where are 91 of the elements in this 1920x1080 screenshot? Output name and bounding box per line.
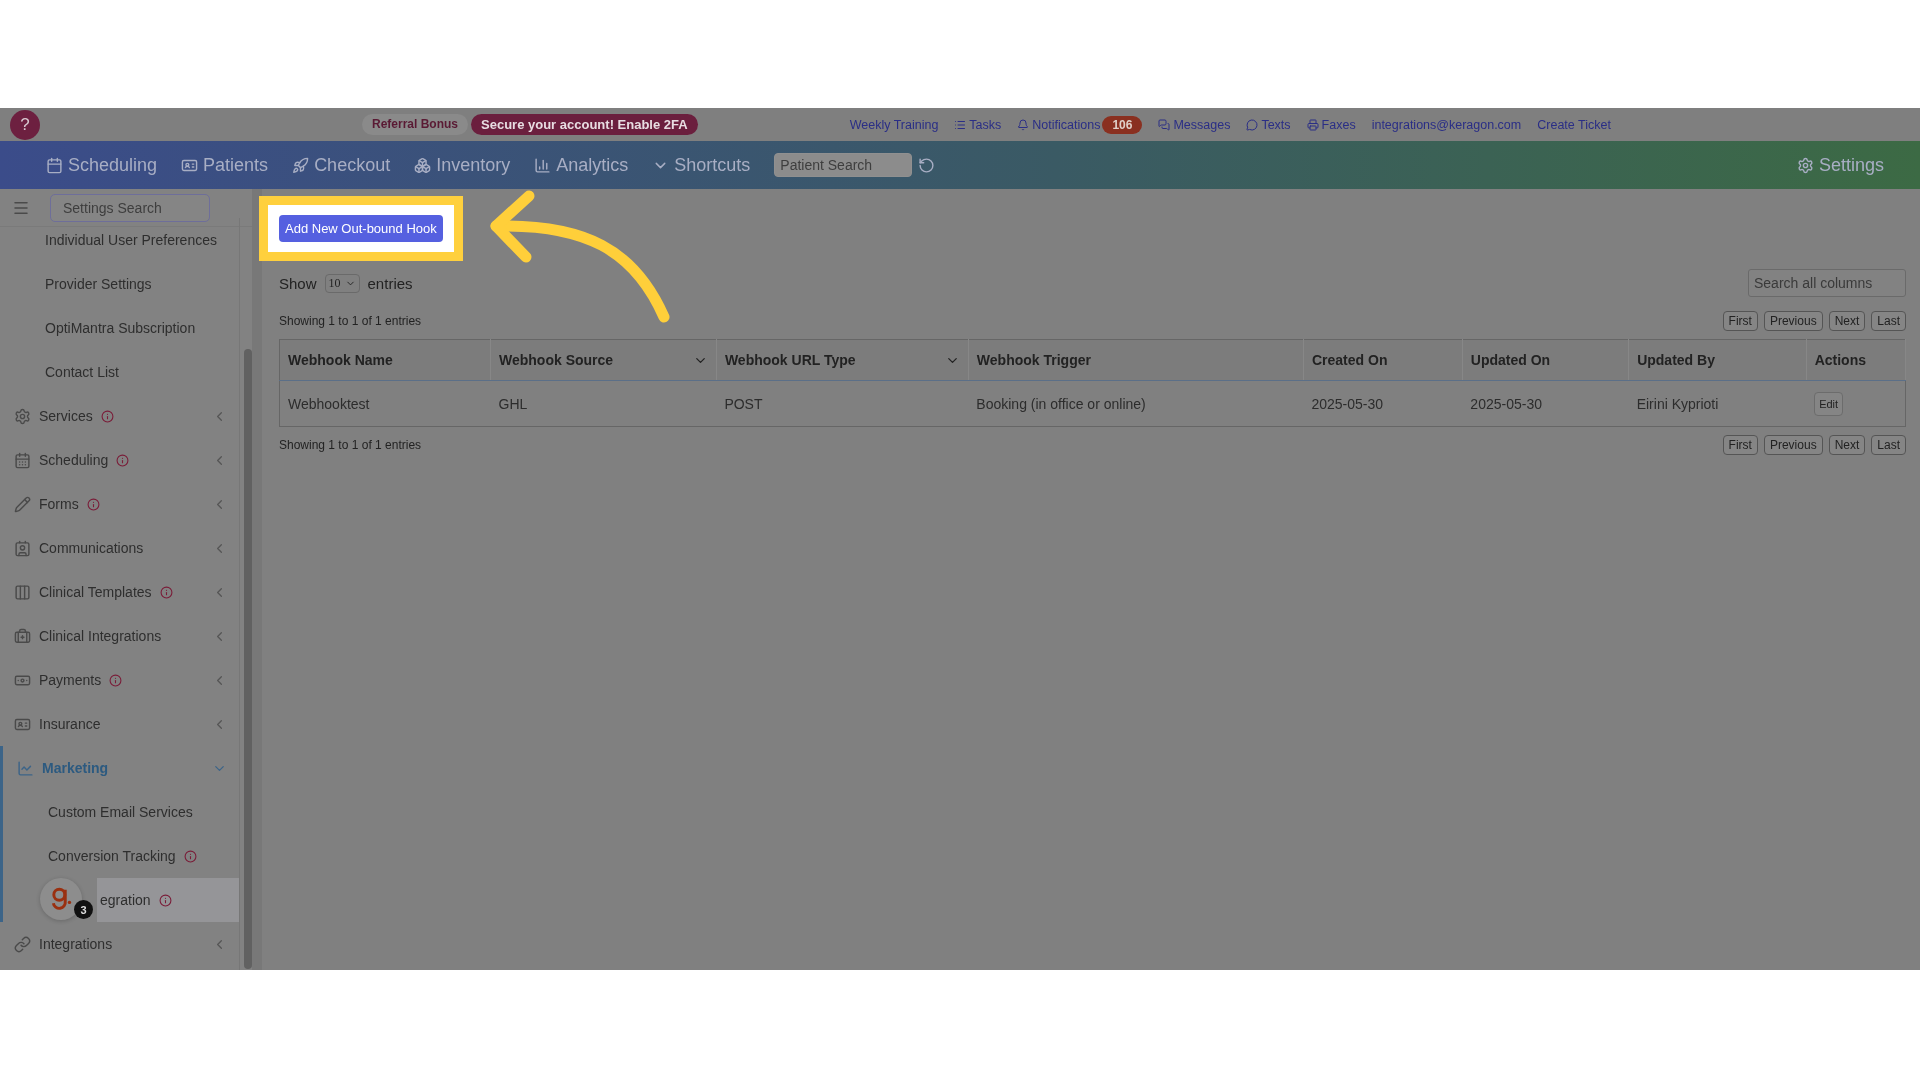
settings-search-field[interactable]: Settings Search: [50, 193, 210, 222]
count-badge: 106: [1102, 115, 1143, 134]
table-cell: Booking (in office or online): [968, 380, 1304, 427]
top-link[interactable]: Notifications: [1017, 117, 1101, 132]
table-cell: 2025-05-30: [1303, 380, 1463, 427]
menu-item-icon: [14, 407, 31, 425]
pager-button[interactable]: First: [1722, 311, 1758, 331]
sidebar-group[interactable]: Services: [0, 394, 239, 438]
settings-link[interactable]: Settings: [1796, 154, 1884, 176]
link-icon: [1246, 118, 1259, 131]
sidebar-item[interactable]: Provider Settings: [0, 262, 239, 306]
sidebar-group[interactable]: Clinical Templates: [0, 570, 239, 614]
pager-button[interactable]: Previous: [1763, 435, 1823, 455]
menu-item-icon: [14, 539, 31, 557]
pager-button[interactable]: Next: [1828, 435, 1866, 455]
menu-item-icon: [14, 583, 31, 601]
sidebar-item[interactable]: Contact List: [0, 350, 239, 394]
sidebar-item[interactable]: Custom Email Services: [3, 790, 239, 834]
column-header[interactable]: Webhook Trigger: [968, 339, 1304, 381]
column-header[interactable]: Updated On: [1462, 339, 1629, 381]
sidebar-group[interactable]: Payments: [0, 658, 239, 702]
sidebar-group[interactable]: Forms: [0, 482, 239, 526]
scrollbar[interactable]: [244, 349, 252, 969]
top-link[interactable]: Faxes: [1306, 117, 1356, 132]
column-header[interactable]: Webhook URL Type: [716, 339, 969, 381]
sidebar-item[interactable]: egration: [97, 878, 239, 922]
nav-item[interactable]: Analytics: [534, 154, 629, 176]
column-header[interactable]: Webhook Name: [279, 339, 491, 381]
menu-item-icon: [17, 759, 34, 777]
top-link[interactable]: Tasks: [954, 117, 1002, 132]
nav-item[interactable]: Shortcuts: [652, 154, 751, 176]
show-label: Show: [279, 274, 317, 292]
top-link[interactable]: Texts: [1246, 117, 1291, 132]
nav-item[interactable]: Scheduling: [46, 154, 158, 176]
sidebar-group[interactable]: Insurance: [0, 702, 239, 746]
help-button[interactable]: ?: [10, 109, 40, 140]
column-header[interactable]: Actions: [1806, 339, 1906, 381]
pager-button[interactable]: Last: [1871, 311, 1906, 331]
link-icon: [1017, 118, 1030, 131]
pager-button[interactable]: Last: [1871, 435, 1906, 455]
pager-button[interactable]: Previous: [1763, 311, 1823, 331]
menu-item-icon: [14, 451, 31, 469]
menu-item-icon: [14, 627, 31, 645]
referral-badge[interactable]: Referral Bonus: [362, 114, 469, 135]
top-link[interactable]: Weekly Training: [849, 117, 939, 132]
entries-label: entries: [367, 274, 413, 292]
sidebar-group[interactable]: Scheduling: [0, 438, 239, 482]
nav-item[interactable]: Patients: [181, 154, 269, 176]
nav-item[interactable]: Inventory: [414, 154, 511, 176]
column-header[interactable]: Updated By: [1628, 339, 1807, 381]
nav-icon: [534, 156, 552, 174]
step-badge: 3: [74, 900, 93, 919]
table-cell: Eirini Kyprioti: [1628, 380, 1807, 427]
column-header[interactable]: Webhook Source: [490, 339, 717, 381]
page-size-select[interactable]: 10: [324, 273, 360, 293]
edit-button[interactable]: Edit: [1814, 391, 1844, 416]
sidebar-item[interactable]: OptiMantra Subscription: [0, 306, 239, 350]
pager-button[interactable]: Next: [1828, 311, 1866, 331]
table-info: Showing 1 to 1 of 1 entries: [279, 438, 422, 452]
nav-icon: [292, 156, 310, 174]
patient-search-field[interactable]: Patient Search: [774, 153, 913, 177]
sidebar-group[interactable]: Integrations: [0, 922, 239, 966]
history-icon[interactable]: [918, 156, 936, 174]
nav-item[interactable]: Checkout: [292, 154, 391, 176]
menu-item-icon: [14, 935, 31, 953]
menu-item-icon: [14, 495, 31, 513]
link-icon: [1306, 118, 1319, 131]
table-info: Showing 1 to 1 of 1 entries: [279, 314, 422, 328]
top-link[interactable]: integrations@keragon.com: [1371, 117, 1522, 132]
settings-icon: [1796, 156, 1814, 174]
nav-icon: [414, 156, 432, 174]
sidebar-group[interactable]: Clinical Integrations: [0, 614, 239, 658]
table-cell: GHL: [490, 380, 717, 427]
column-header[interactable]: Created On: [1303, 339, 1463, 381]
logo-icon: [50, 886, 72, 912]
security-banner[interactable]: Secure your account! Enable 2FA: [471, 114, 698, 135]
table-cell: 2025-05-30: [1462, 380, 1629, 427]
add-hook-button[interactable]: Add New Out-bound Hook: [279, 215, 443, 242]
top-link[interactable]: Messages: [1158, 117, 1231, 132]
table-cell: POST: [716, 380, 969, 427]
top-link[interactable]: Create Ticket: [1537, 117, 1611, 132]
link-icon: [954, 118, 967, 131]
table-cell: Webhooktest: [279, 380, 491, 427]
sidebar-group[interactable]: Communications: [0, 526, 239, 570]
table-search-field[interactable]: Search all columns: [1748, 269, 1906, 297]
pager-button[interactable]: First: [1722, 435, 1758, 455]
help-widget[interactable]: [40, 878, 82, 920]
nav-icon: [46, 156, 63, 174]
sidebar-item[interactable]: Conversion Tracking: [3, 834, 239, 878]
link-icon: [1158, 118, 1171, 131]
sidebar-group[interactable]: Marketing: [3, 746, 239, 790]
